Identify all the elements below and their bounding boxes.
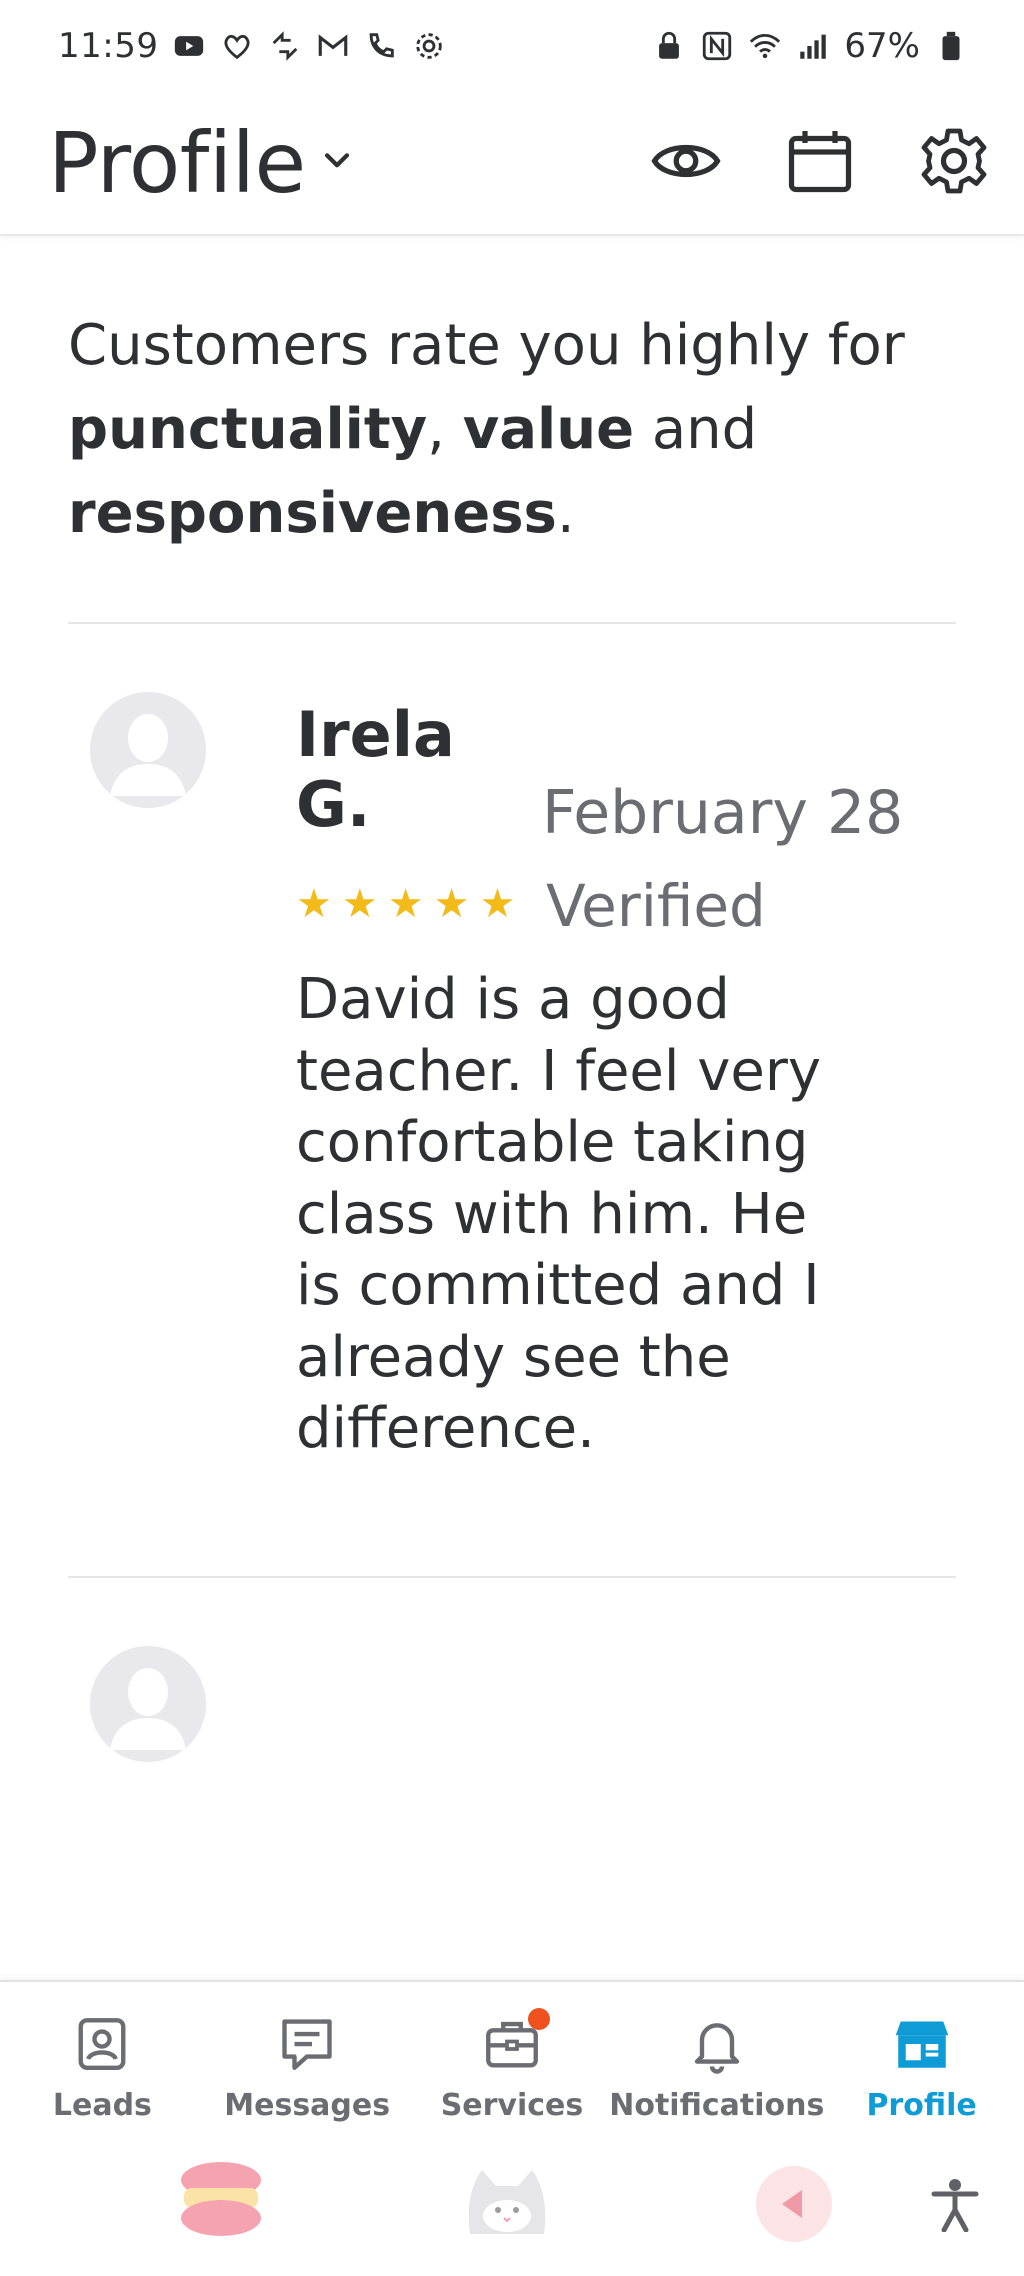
review-text: David is a good teacher. I feel very con… <box>296 967 821 1461</box>
rating-summary: Customers rate you highly for punctualit… <box>68 304 948 556</box>
status-left: 11:59 <box>58 26 446 66</box>
status-time: 11:59 <box>58 26 159 66</box>
star-icon: ★ <box>479 881 516 927</box>
messages-icon <box>277 2014 337 2078</box>
divider <box>68 622 956 624</box>
trait-value: value <box>462 397 635 462</box>
status-bar: 11:59 67% <box>0 0 1024 92</box>
battery-icon <box>934 29 968 63</box>
heart-hands-icon <box>220 29 254 63</box>
youtube-icon <box>172 29 206 63</box>
star-icon: ★ <box>433 881 470 927</box>
nav-messages[interactable]: Messages <box>207 2014 407 2123</box>
nav-profile[interactable]: Profile <box>822 2014 1022 2123</box>
wifi-icon <box>748 29 782 63</box>
macaron-bubble-icon[interactable] <box>178 2160 264 2246</box>
review-date: February 28 <box>542 778 904 848</box>
trait-punctuality: punctuality <box>68 397 428 462</box>
preview-button[interactable] <box>650 125 722 201</box>
nav-label: Services <box>440 2088 584 2123</box>
accessibility-icon[interactable] <box>930 2178 980 2236</box>
star-icon: ★ <box>341 881 378 927</box>
wifi-call-icon <box>364 29 398 63</box>
profile-icon <box>892 2014 952 2078</box>
reviewer-last-initial: G. <box>296 768 371 841</box>
nav-leads[interactable]: Leads <box>2 2014 202 2123</box>
avatar <box>90 1646 206 1762</box>
summary-lead: Customers rate you highly for <box>68 313 905 378</box>
nav-label: Messages <box>224 2088 391 2123</box>
trait-responsiveness: responsiveness <box>68 481 557 546</box>
profile-switcher[interactable]: Profile <box>48 114 354 212</box>
system-floating-bar <box>0 2150 1024 2276</box>
leads-icon <box>72 2014 132 2078</box>
reviewer-first-name: Irela <box>296 698 455 771</box>
lock-icon <box>652 29 686 63</box>
back-bubble-icon[interactable] <box>752 2164 836 2248</box>
gmail-icon <box>316 29 350 63</box>
chevron-down-icon <box>320 144 354 182</box>
summary-sep-1: , <box>427 397 463 462</box>
app-header: Profile <box>0 92 1024 236</box>
reviewer-name: Irela G. <box>296 700 516 840</box>
battery-percent: 67% <box>844 26 920 66</box>
user-placeholder-icon <box>90 1646 206 1762</box>
bottom-nav: Leads Messages Services Notifications Pr… <box>0 1980 1024 2150</box>
signal-icon <box>796 29 830 63</box>
header-actions <box>650 125 990 201</box>
eye-icon <box>651 144 721 178</box>
app-screen: 11:59 67% Profile Customers rate you hig… <box>0 0 1024 2276</box>
nav-services[interactable]: Services <box>412 2008 612 2123</box>
star-rating: ★ ★ ★ ★ ★ <box>296 880 515 928</box>
calendar-icon <box>788 131 852 193</box>
notification-dot <box>527 2008 550 2030</box>
nav-label: Leads <box>52 2088 152 2123</box>
status-right: 67% <box>652 26 968 66</box>
summary-end: . <box>556 481 575 546</box>
nav-label: Notifications <box>609 2088 825 2123</box>
user-placeholder-icon <box>90 692 206 808</box>
nfc-icon <box>700 29 734 63</box>
settings-button[interactable] <box>918 125 990 201</box>
settings-small-icon <box>412 29 446 63</box>
cat-bubble-icon[interactable] <box>462 2164 552 2240</box>
notifications-icon <box>687 2014 747 2078</box>
summary-sep-2: and <box>634 397 758 462</box>
star-icon: ★ <box>387 881 424 927</box>
nav-label: Profile <box>866 2088 977 2123</box>
verified-badge: Verified <box>546 872 766 940</box>
gear-icon <box>921 128 987 194</box>
sync-arrows-icon <box>268 29 302 63</box>
nav-notifications[interactable]: Notifications <box>609 2014 824 2123</box>
avatar <box>90 692 206 808</box>
divider <box>68 1576 956 1578</box>
star-icon: ★ <box>296 881 332 927</box>
page-title: Profile <box>48 114 306 212</box>
calendar-button[interactable] <box>784 125 856 201</box>
